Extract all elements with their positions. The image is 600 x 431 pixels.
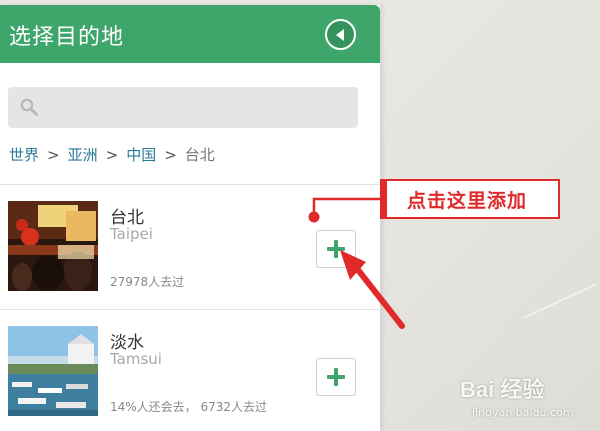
panel-header: 选择目的地 (0, 5, 380, 63)
breadcrumb: 世界 > 亚洲 > 中国 > 台北 (9, 144, 215, 165)
add-destination-button[interactable] (316, 358, 356, 396)
breadcrumb-separator: > (164, 146, 177, 164)
breadcrumb-world[interactable]: 世界 (9, 146, 39, 164)
watermark-brand: Bai 经验 (460, 377, 545, 402)
breadcrumb-asia[interactable]: 亚洲 (68, 146, 98, 164)
destination-thumbnail (8, 201, 98, 291)
breadcrumb-separator: > (47, 146, 60, 164)
page-title: 选择目的地 (9, 25, 125, 50)
breadcrumb-separator: > (105, 146, 119, 164)
search-input[interactable] (8, 87, 358, 128)
annotation-callout: 点击这里添加 (380, 179, 560, 219)
destination-item-taipei[interactable]: 台北 Taipei 27978人去过 (0, 185, 380, 310)
destination-name-en: Taipei (110, 225, 153, 243)
destination-stats: 27978人去过 (110, 275, 185, 289)
breadcrumb-china[interactable]: 中国 (126, 146, 156, 164)
destination-stats: 14%人还会去， 6732人去过 (110, 400, 268, 414)
back-button[interactable] (325, 19, 356, 50)
search-icon (20, 98, 38, 116)
destination-item-tamsui[interactable]: 淡水 Tamsui 14%人还会去， 6732人去过 (0, 310, 380, 431)
watermark-url: jingyan.baidu.com (472, 406, 574, 419)
plus-icon (327, 240, 345, 258)
plus-icon (327, 368, 345, 386)
baidu-watermark: Bai 经验 jingyan.baidu.com (452, 372, 600, 431)
back-arrow-icon (335, 28, 344, 41)
destination-thumbnail (8, 326, 98, 416)
destination-panel: 选择目的地 世界 > 亚洲 > 中国 > 台北 台北 Taipei 27978人… (0, 5, 381, 431)
breadcrumb-current: 台北 (184, 146, 215, 164)
destination-name-en: Tamsui (110, 350, 162, 368)
add-destination-button[interactable] (316, 230, 356, 268)
